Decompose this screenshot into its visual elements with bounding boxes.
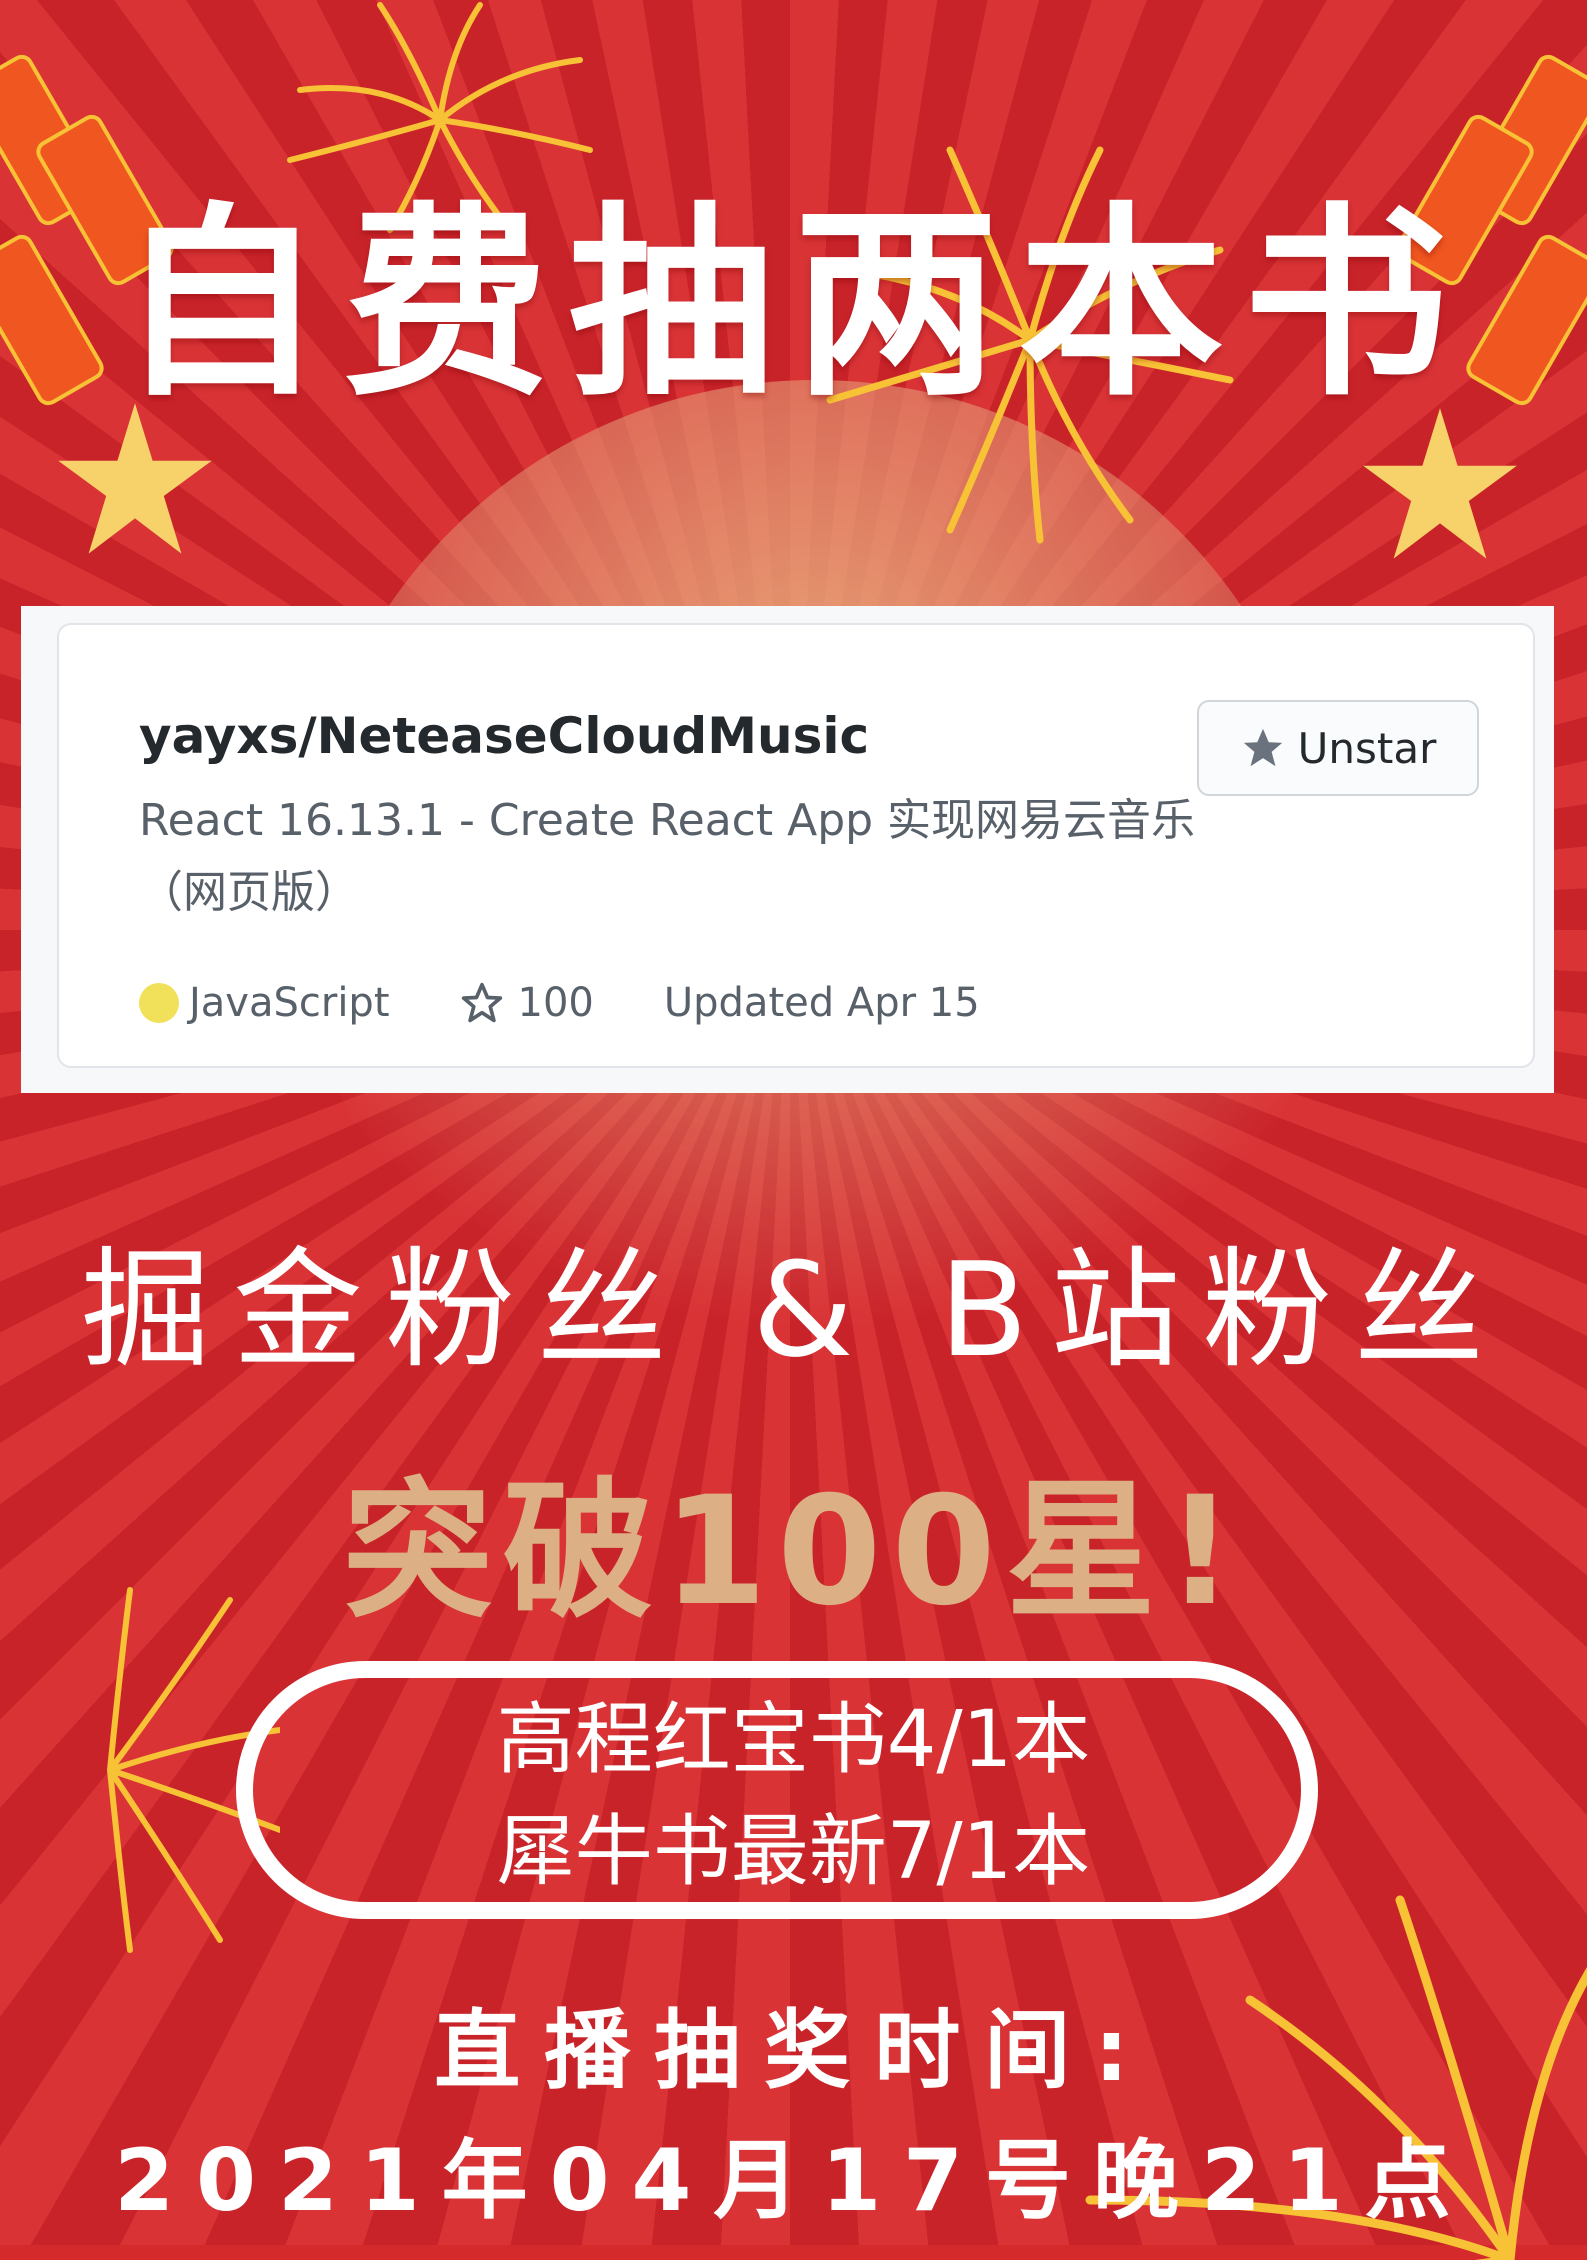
poster-headline: 自费抽两本书 [118,186,1469,424]
repo-name-link[interactable]: yayxs/NeteaseCloudMusic [139,707,869,765]
prize-item: 犀牛书最新7/1本 [496,1807,1091,1897]
repo-description: React 16.13.1 - Create React App 实现网易云音乐… [139,795,1196,918]
updated-date: Updated Apr 15 [663,980,980,1026]
star-count-link[interactable]: 100 [518,980,594,1026]
repo-card-screenshot: yayxs/NeteaseCloudMusic React 16.13.1 - … [21,606,1554,1093]
milestone-text: 突破100星! [342,1465,1245,1639]
unstar-label: Unstar [1297,723,1437,773]
repo-language: JavaScript [189,980,390,1026]
fans-line: 掘金粉丝 & B站粉丝 [80,1234,1507,1386]
repo-card: yayxs/NeteaseCloudMusic React 16.13.1 - … [57,623,1535,1068]
star-filled-icon [1243,728,1282,767]
unstar-button[interactable]: Unstar [1197,700,1479,796]
draw-time-value: 2021年04月17号晚21点 [114,2131,1473,2231]
prize-item: 高程红宝书4/1本 [496,1695,1091,1785]
language-color-icon [139,983,179,1023]
repo-meta: JavaScript 100 Updated Apr 15 [139,980,980,1026]
draw-time-label: 直播抽奖时间: [434,2001,1153,2101]
star-outline-icon [461,982,502,1023]
